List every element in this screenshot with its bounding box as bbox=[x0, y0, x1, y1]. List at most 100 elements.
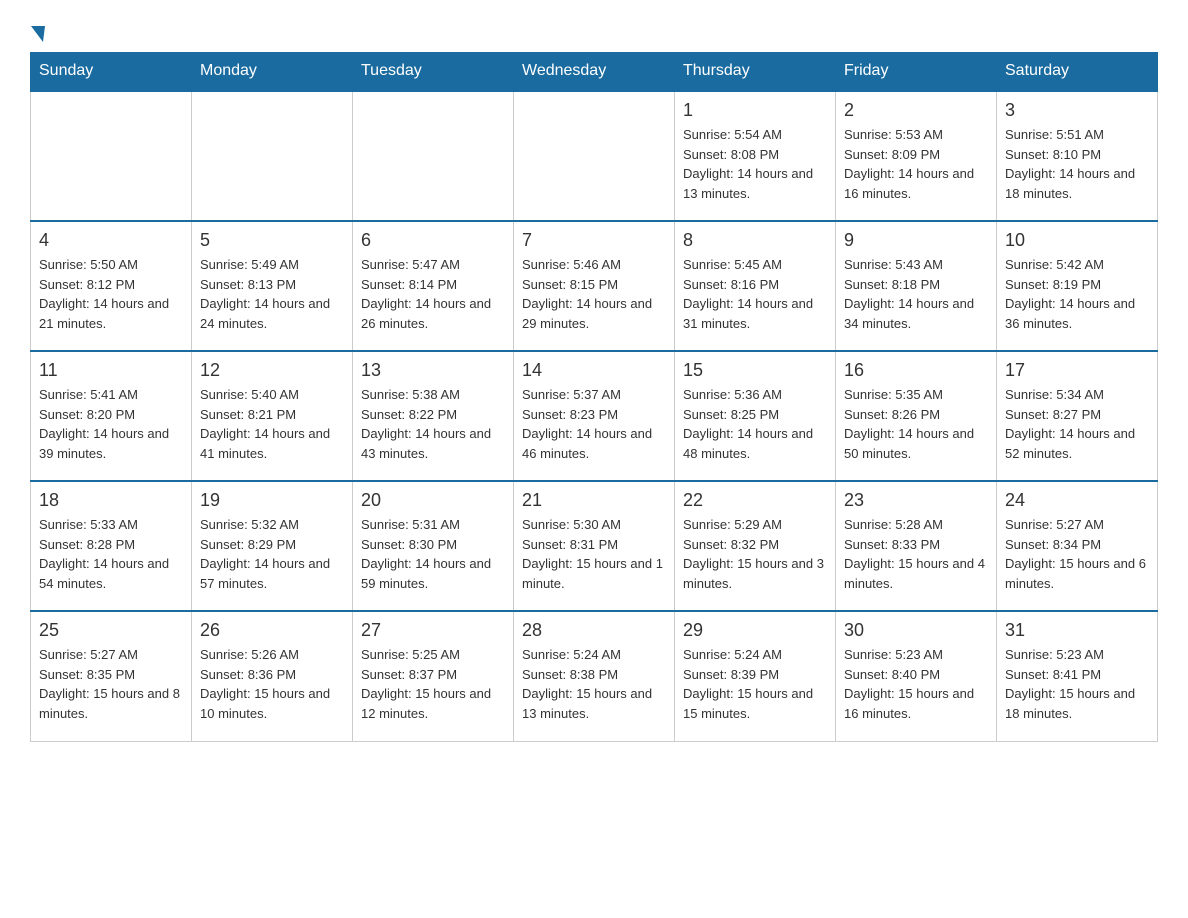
calendar-cell: 15 Sunrise: 5:36 AMSunset: 8:25 PMDayligh… bbox=[675, 351, 836, 481]
day-number: 31 bbox=[1005, 620, 1149, 641]
day-number: 29 bbox=[683, 620, 827, 641]
day-number: 14 bbox=[522, 360, 666, 381]
day-number: 9 bbox=[844, 230, 988, 251]
day-info: Sunrise: 5:43 AMSunset: 8:18 PMDaylight:… bbox=[844, 255, 988, 333]
day-number: 20 bbox=[361, 490, 505, 511]
calendar-cell: 1 Sunrise: 5:54 AMSunset: 8:08 PMDaylight… bbox=[675, 91, 836, 221]
calendar-cell bbox=[192, 91, 353, 221]
calendar-cell: 8 Sunrise: 5:45 AMSunset: 8:16 PMDaylight… bbox=[675, 221, 836, 351]
day-info: Sunrise: 5:46 AMSunset: 8:15 PMDaylight:… bbox=[522, 255, 666, 333]
day-number: 4 bbox=[39, 230, 183, 251]
calendar-cell: 9 Sunrise: 5:43 AMSunset: 8:18 PMDaylight… bbox=[836, 221, 997, 351]
day-number: 18 bbox=[39, 490, 183, 511]
logo-triangle-icon bbox=[31, 26, 45, 42]
calendar-cell bbox=[353, 91, 514, 221]
calendar-week-row: 11Sunrise: 5:41 AMSunset: 8:20 PMDayligh… bbox=[31, 351, 1158, 481]
day-info: Sunrise: 5:40 AMSunset: 8:21 PMDaylight:… bbox=[200, 385, 344, 463]
calendar-cell: 5 Sunrise: 5:49 AMSunset: 8:13 PMDaylight… bbox=[192, 221, 353, 351]
day-info: Sunrise: 5:35 AMSunset: 8:26 PMDaylight:… bbox=[844, 385, 988, 463]
day-info: Sunrise: 5:38 AMSunset: 8:22 PMDaylight:… bbox=[361, 385, 505, 463]
day-info: Sunrise: 5:37 AMSunset: 8:23 PMDaylight:… bbox=[522, 385, 666, 463]
calendar-cell: 3 Sunrise: 5:51 AMSunset: 8:10 PMDaylight… bbox=[997, 91, 1158, 221]
day-number: 22 bbox=[683, 490, 827, 511]
calendar-cell: 21 Sunrise: 5:30 AMSunset: 8:31 PMDayligh… bbox=[514, 481, 675, 611]
calendar-cell: 7 Sunrise: 5:46 AMSunset: 8:15 PMDaylight… bbox=[514, 221, 675, 351]
calendar-cell: 25 Sunrise: 5:27 AMSunset: 8:35 PMDayligh… bbox=[31, 611, 192, 741]
day-number: 16 bbox=[844, 360, 988, 381]
calendar-cell: 28 Sunrise: 5:24 AMSunset: 8:38 PMDayligh… bbox=[514, 611, 675, 741]
day-number: 17 bbox=[1005, 360, 1149, 381]
day-number: 11 bbox=[39, 360, 183, 381]
day-info: Sunrise: 5:24 AMSunset: 8:39 PMDaylight:… bbox=[683, 645, 827, 723]
calendar-cell: 27 Sunrise: 5:25 AMSunset: 8:37 PMDayligh… bbox=[353, 611, 514, 741]
day-number: 19 bbox=[200, 490, 344, 511]
calendar-cell: 2 Sunrise: 5:53 AMSunset: 8:09 PMDaylight… bbox=[836, 91, 997, 221]
day-info: Sunrise: 5:51 AMSunset: 8:10 PMDaylight:… bbox=[1005, 125, 1149, 203]
day-info: Sunrise: 5:33 AMSunset: 8:28 PMDaylight:… bbox=[39, 515, 183, 593]
day-info: Sunrise: 5:24 AMSunset: 8:38 PMDaylight:… bbox=[522, 645, 666, 723]
calendar-cell bbox=[514, 91, 675, 221]
day-info: Sunrise: 5:42 AMSunset: 8:19 PMDaylight:… bbox=[1005, 255, 1149, 333]
day-info: Sunrise: 5:28 AMSunset: 8:33 PMDaylight:… bbox=[844, 515, 988, 593]
day-number: 25 bbox=[39, 620, 183, 641]
calendar-week-row: 4 Sunrise: 5:50 AMSunset: 8:12 PMDaylight… bbox=[31, 221, 1158, 351]
day-info: Sunrise: 5:23 AMSunset: 8:41 PMDaylight:… bbox=[1005, 645, 1149, 723]
weekday-header-wednesday: Wednesday bbox=[514, 52, 675, 91]
calendar-cell: 23Sunrise: 5:28 AMSunset: 8:33 PMDayligh… bbox=[836, 481, 997, 611]
day-number: 8 bbox=[683, 230, 827, 251]
weekday-header-sunday: Sunday bbox=[31, 52, 192, 91]
day-info: Sunrise: 5:25 AMSunset: 8:37 PMDaylight:… bbox=[361, 645, 505, 723]
calendar-cell: 13Sunrise: 5:38 AMSunset: 8:22 PMDayligh… bbox=[353, 351, 514, 481]
day-info: Sunrise: 5:36 AMSunset: 8:25 PMDaylight:… bbox=[683, 385, 827, 463]
day-number: 28 bbox=[522, 620, 666, 641]
calendar-cell: 16 Sunrise: 5:35 AMSunset: 8:26 PMDayligh… bbox=[836, 351, 997, 481]
calendar-cell: 4 Sunrise: 5:50 AMSunset: 8:12 PMDaylight… bbox=[31, 221, 192, 351]
calendar-week-row: 18 Sunrise: 5:33 AMSunset: 8:28 PMDayligh… bbox=[31, 481, 1158, 611]
calendar-cell: 29 Sunrise: 5:24 AMSunset: 8:39 PMDayligh… bbox=[675, 611, 836, 741]
day-number: 26 bbox=[200, 620, 344, 641]
day-number: 5 bbox=[200, 230, 344, 251]
day-number: 3 bbox=[1005, 100, 1149, 121]
day-info: Sunrise: 5:45 AMSunset: 8:16 PMDaylight:… bbox=[683, 255, 827, 333]
day-info: Sunrise: 5:26 AMSunset: 8:36 PMDaylight:… bbox=[200, 645, 344, 723]
weekday-header-saturday: Saturday bbox=[997, 52, 1158, 91]
day-info: Sunrise: 5:32 AMSunset: 8:29 PMDaylight:… bbox=[200, 515, 344, 593]
calendar-cell: 19 Sunrise: 5:32 AMSunset: 8:29 PMDayligh… bbox=[192, 481, 353, 611]
day-number: 2 bbox=[844, 100, 988, 121]
day-number: 24 bbox=[1005, 490, 1149, 511]
logo bbox=[30, 20, 45, 42]
calendar-cell: 18 Sunrise: 5:33 AMSunset: 8:28 PMDayligh… bbox=[31, 481, 192, 611]
day-info: Sunrise: 5:53 AMSunset: 8:09 PMDaylight:… bbox=[844, 125, 988, 203]
day-info: Sunrise: 5:50 AMSunset: 8:12 PMDaylight:… bbox=[39, 255, 183, 333]
day-info: Sunrise: 5:27 AMSunset: 8:35 PMDaylight:… bbox=[39, 645, 183, 723]
day-number: 1 bbox=[683, 100, 827, 121]
calendar-week-row: 25 Sunrise: 5:27 AMSunset: 8:35 PMDayligh… bbox=[31, 611, 1158, 741]
day-info: Sunrise: 5:31 AMSunset: 8:30 PMDaylight:… bbox=[361, 515, 505, 593]
day-number: 30 bbox=[844, 620, 988, 641]
day-info: Sunrise: 5:54 AMSunset: 8:08 PMDaylight:… bbox=[683, 125, 827, 203]
weekday-header-monday: Monday bbox=[192, 52, 353, 91]
day-info: Sunrise: 5:49 AMSunset: 8:13 PMDaylight:… bbox=[200, 255, 344, 333]
calendar-cell: 12 Sunrise: 5:40 AMSunset: 8:21 PMDayligh… bbox=[192, 351, 353, 481]
day-number: 7 bbox=[522, 230, 666, 251]
weekday-header-friday: Friday bbox=[836, 52, 997, 91]
calendar-cell: 11Sunrise: 5:41 AMSunset: 8:20 PMDayligh… bbox=[31, 351, 192, 481]
day-number: 15 bbox=[683, 360, 827, 381]
weekday-header-tuesday: Tuesday bbox=[353, 52, 514, 91]
day-number: 27 bbox=[361, 620, 505, 641]
day-info: Sunrise: 5:47 AMSunset: 8:14 PMDaylight:… bbox=[361, 255, 505, 333]
calendar-cell: 30 Sunrise: 5:23 AMSunset: 8:40 PMDayligh… bbox=[836, 611, 997, 741]
calendar-cell: 26 Sunrise: 5:26 AMSunset: 8:36 PMDayligh… bbox=[192, 611, 353, 741]
day-info: Sunrise: 5:34 AMSunset: 8:27 PMDaylight:… bbox=[1005, 385, 1149, 463]
calendar-cell: 24 Sunrise: 5:27 AMSunset: 8:34 PMDayligh… bbox=[997, 481, 1158, 611]
calendar-cell: 31 Sunrise: 5:23 AMSunset: 8:41 PMDayligh… bbox=[997, 611, 1158, 741]
day-info: Sunrise: 5:30 AMSunset: 8:31 PMDaylight:… bbox=[522, 515, 666, 593]
day-number: 12 bbox=[200, 360, 344, 381]
day-info: Sunrise: 5:23 AMSunset: 8:40 PMDaylight:… bbox=[844, 645, 988, 723]
day-number: 21 bbox=[522, 490, 666, 511]
day-number: 6 bbox=[361, 230, 505, 251]
day-info: Sunrise: 5:27 AMSunset: 8:34 PMDaylight:… bbox=[1005, 515, 1149, 593]
page-header bbox=[30, 20, 1158, 42]
calendar-cell: 20 Sunrise: 5:31 AMSunset: 8:30 PMDayligh… bbox=[353, 481, 514, 611]
calendar-cell: 14 Sunrise: 5:37 AMSunset: 8:23 PMDayligh… bbox=[514, 351, 675, 481]
